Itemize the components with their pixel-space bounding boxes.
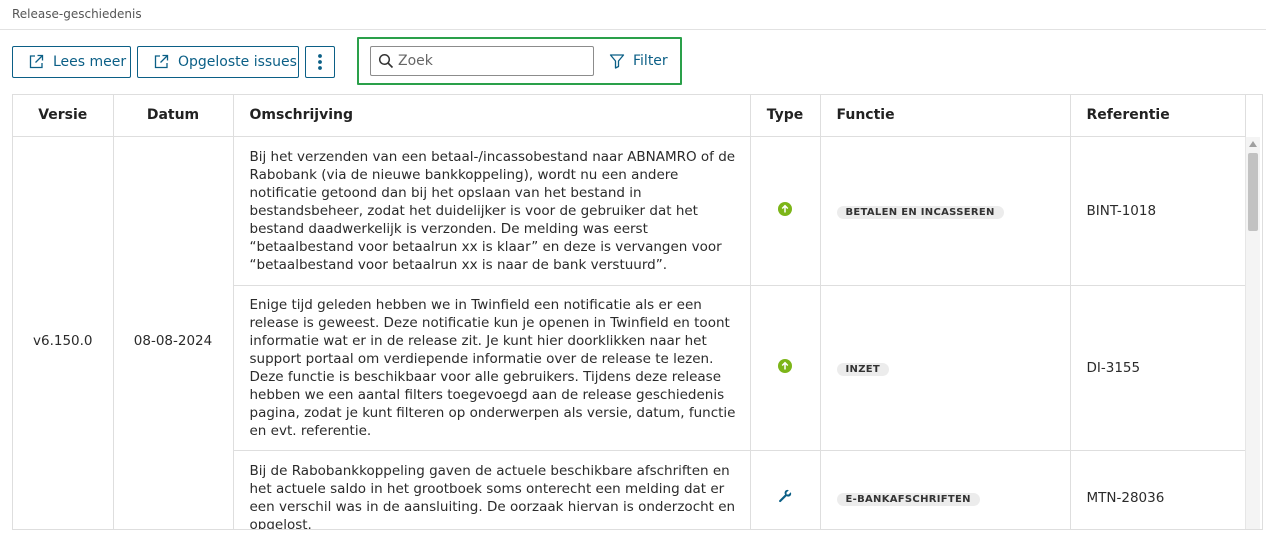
- opgeloste-issues-button[interactable]: Opgeloste issues: [137, 46, 299, 78]
- page-title: Release-geschiedenis: [12, 7, 142, 21]
- reference-cell: MTN-28036: [1070, 450, 1246, 529]
- arrow-up-circle-icon: [778, 201, 792, 216]
- description-cell: Bij het verzenden van een betaal-/incass…: [233, 136, 751, 286]
- date-cell: 08-08-2024: [113, 136, 234, 529]
- column-header-type[interactable]: Type: [750, 95, 821, 137]
- function-tag: INZET: [836, 362, 889, 376]
- opgeloste-issues-label: Opgeloste issues: [178, 54, 297, 70]
- type-cell: [750, 450, 821, 529]
- type-cell: [750, 285, 821, 451]
- more-options-button[interactable]: [305, 46, 335, 78]
- column-header-omschrijving[interactable]: Omschrijving: [233, 95, 751, 137]
- scroll-up-arrow-icon[interactable]: [1249, 141, 1257, 147]
- reference-cell: BINT-1018: [1070, 136, 1246, 286]
- lees-meer-label: Lees meer: [53, 54, 127, 70]
- reference-cell: DI-3155: [1070, 285, 1246, 451]
- version-cell: v6.150.0: [13, 136, 114, 529]
- wrench-icon: [778, 489, 792, 503]
- lees-meer-button[interactable]: Lees meer: [12, 46, 131, 78]
- search-box[interactable]: [370, 46, 594, 76]
- vertical-ellipsis-icon: [317, 53, 323, 71]
- column-header-functie[interactable]: Functie: [820, 95, 1071, 137]
- release-table: Versie Datum Omschrijving Type Functie R…: [12, 94, 1263, 530]
- table-header-row: Versie Datum Omschrijving Type Functie R…: [13, 95, 1246, 137]
- type-cell: [750, 136, 821, 286]
- filter-button[interactable]: Filter: [609, 46, 668, 76]
- column-header-referentie[interactable]: Referentie: [1070, 95, 1246, 137]
- column-header-datum[interactable]: Datum: [113, 95, 234, 137]
- filter-funnel-icon: [609, 53, 625, 69]
- filter-label: Filter: [633, 53, 668, 69]
- table-row: v6.150.0 08-08-2024 Bij het verzenden va…: [13, 136, 1246, 529]
- function-tag: BETALEN EN INCASSEREN: [836, 205, 1004, 219]
- vertical-scrollbar[interactable]: [1245, 137, 1260, 529]
- external-link-icon: [152, 53, 170, 71]
- function-tag: E-BANKAFSCHRIFTEN: [836, 492, 980, 506]
- search-filter-group: Filter: [357, 37, 682, 85]
- search-icon: [378, 53, 394, 69]
- search-input[interactable]: [398, 53, 588, 69]
- function-cell: E-BANKAFSCHRIFTEN: [820, 450, 1071, 529]
- function-cell: BETALEN EN INCASSEREN: [820, 136, 1071, 286]
- description-cell: Bij de Rabobankkoppeling gaven de actuel…: [233, 450, 751, 529]
- external-link-icon: [27, 53, 45, 71]
- column-header-versie[interactable]: Versie: [13, 95, 114, 137]
- scrollbar-thumb[interactable]: [1248, 153, 1258, 231]
- function-cell: INZET: [820, 285, 1071, 451]
- arrow-up-circle-icon: [778, 358, 792, 373]
- description-cell: Enige tijd geleden hebben we in Twinfiel…: [233, 285, 751, 451]
- page-header: Release-geschiedenis: [0, 0, 1266, 30]
